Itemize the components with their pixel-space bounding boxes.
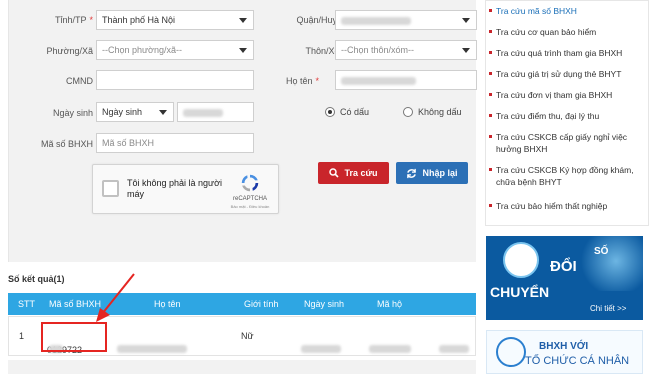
bhxh-input[interactable]: Mã số BHXH: [96, 133, 254, 153]
sidebar-item-history[interactable]: Tra cứu quá trình tham gia BHXH: [489, 47, 644, 59]
sidebar-item-unemployment[interactable]: Tra cứu bảo hiểm thất nghiệp: [489, 200, 644, 212]
col-stt: STT: [18, 299, 35, 309]
dob-type-select[interactable]: Ngày sinh: [96, 102, 174, 122]
accent-radio-label: Có dấu: [340, 107, 370, 117]
sidebar-item-bhxh-code[interactable]: Tra cứu mã số BHXH: [489, 5, 644, 17]
name-label: Họ tên *: [285, 76, 319, 86]
table-footer: [8, 360, 476, 374]
province-select[interactable]: Thành phố Hà Nội: [96, 10, 254, 30]
arrow-icon: [96, 273, 135, 322]
search-icon: [329, 168, 340, 178]
recaptcha-terms[interactable]: Bảo mật - Điều khoản: [226, 204, 274, 209]
recaptcha-checkbox[interactable]: [102, 180, 119, 197]
cell-gender: Nữ: [241, 331, 254, 341]
sidebar-item-leave[interactable]: Tra cứu CSKCB cấp giấy nghỉ việc hưởng B…: [489, 131, 644, 155]
ward-select[interactable]: --Chọn phường/xã--: [96, 40, 254, 60]
sidebar-item-contract[interactable]: Tra cứu CSKCB Ký hợp đồng khám, chữa bện…: [489, 164, 644, 188]
sidebar-item-collection[interactable]: Tra cứu điểm thu, đại lý thu: [489, 110, 644, 122]
accent-radio[interactable]: [325, 107, 335, 117]
search-form-panel: Tỉnh/TP * Thành phố Hà Nội Quận/Huyện Phư…: [8, 0, 477, 262]
search-button[interactable]: Tra cứu: [318, 162, 389, 184]
banner-text-doi: ĐỔI: [550, 258, 577, 275]
banner-text-chuyen: CHUYỂN: [490, 284, 550, 300]
dob-input[interactable]: [177, 102, 254, 122]
id-input[interactable]: [96, 70, 254, 90]
bhxh-logo-icon: [503, 242, 539, 278]
col-gender: Giới tính: [244, 299, 279, 309]
col-dob: Ngày sinh: [304, 299, 345, 309]
ward-label: Phường/Xã: [46, 46, 93, 56]
digital-transform-banner[interactable]: SỐ ĐỔI CHUYỂN Chi tiết >>: [486, 236, 643, 320]
search-button-label: Tra cứu: [344, 168, 378, 178]
chevron-down-icon: [462, 18, 470, 23]
reset-button[interactable]: Nhập lại: [396, 162, 468, 184]
sidebar-item-agency[interactable]: Tra cứu cơ quan bảo hiểm: [489, 26, 644, 38]
person-icon: [496, 337, 526, 367]
banner2-title: BHXH VỚI: [539, 341, 589, 352]
chevron-down-icon: [462, 48, 470, 53]
recaptcha-icon: [241, 174, 259, 192]
refresh-icon: [407, 168, 417, 178]
district-select[interactable]: [335, 10, 477, 30]
dob-label: Ngày sinh: [52, 108, 93, 118]
village-select[interactable]: --Chọn thôn/xóm--: [335, 40, 477, 60]
bhxh-org-banner[interactable]: BHXH VỚI TỔ CHỨC CÁ NHÂN: [486, 330, 643, 374]
bhxh-label: Mã số BHXH: [40, 139, 93, 149]
recaptcha-text: Tôi không phải là người máy: [127, 178, 222, 199]
sidebar-menu: Tra cứu mã số BHXH Tra cứu cơ quan bảo h…: [485, 0, 649, 226]
banner-detail-link[interactable]: Chi tiết >>: [590, 304, 626, 313]
name-input[interactable]: [335, 70, 477, 90]
chevron-down-icon: [239, 18, 247, 23]
recaptcha-widget: Tôi không phải là người máy reCAPTCHA Bả…: [92, 164, 279, 214]
cell-stt: 1: [19, 331, 25, 341]
no-accent-radio[interactable]: [403, 107, 413, 117]
id-label: CMND: [66, 76, 93, 86]
no-accent-radio-label: Không dấu: [418, 107, 462, 117]
banner-text-so: SỐ: [594, 246, 609, 257]
banner2-subtitle: TỔ CHỨC CÁ NHÂN: [525, 355, 630, 367]
recaptcha-brand: reCAPTCHA: [232, 196, 267, 202]
sidebar-item-units[interactable]: Tra cứu đơn vị tham gia BHXH: [489, 89, 644, 101]
result-count: Số kết quả(1): [8, 274, 65, 284]
results-table-header: STT Mã số BHXH Họ tên Giới tính Ngày sin…: [8, 293, 476, 315]
chevron-down-icon: [159, 110, 167, 115]
col-household: Mã hộ: [377, 299, 403, 309]
sidebar-item-card-value[interactable]: Tra cứu giá trị sử dụng thẻ BHYT: [489, 68, 644, 80]
col-name: Họ tên: [154, 299, 181, 309]
province-label: Tỉnh/TP *: [54, 15, 93, 25]
chevron-down-icon: [239, 48, 247, 53]
reset-button-label: Nhập lại: [422, 168, 458, 178]
